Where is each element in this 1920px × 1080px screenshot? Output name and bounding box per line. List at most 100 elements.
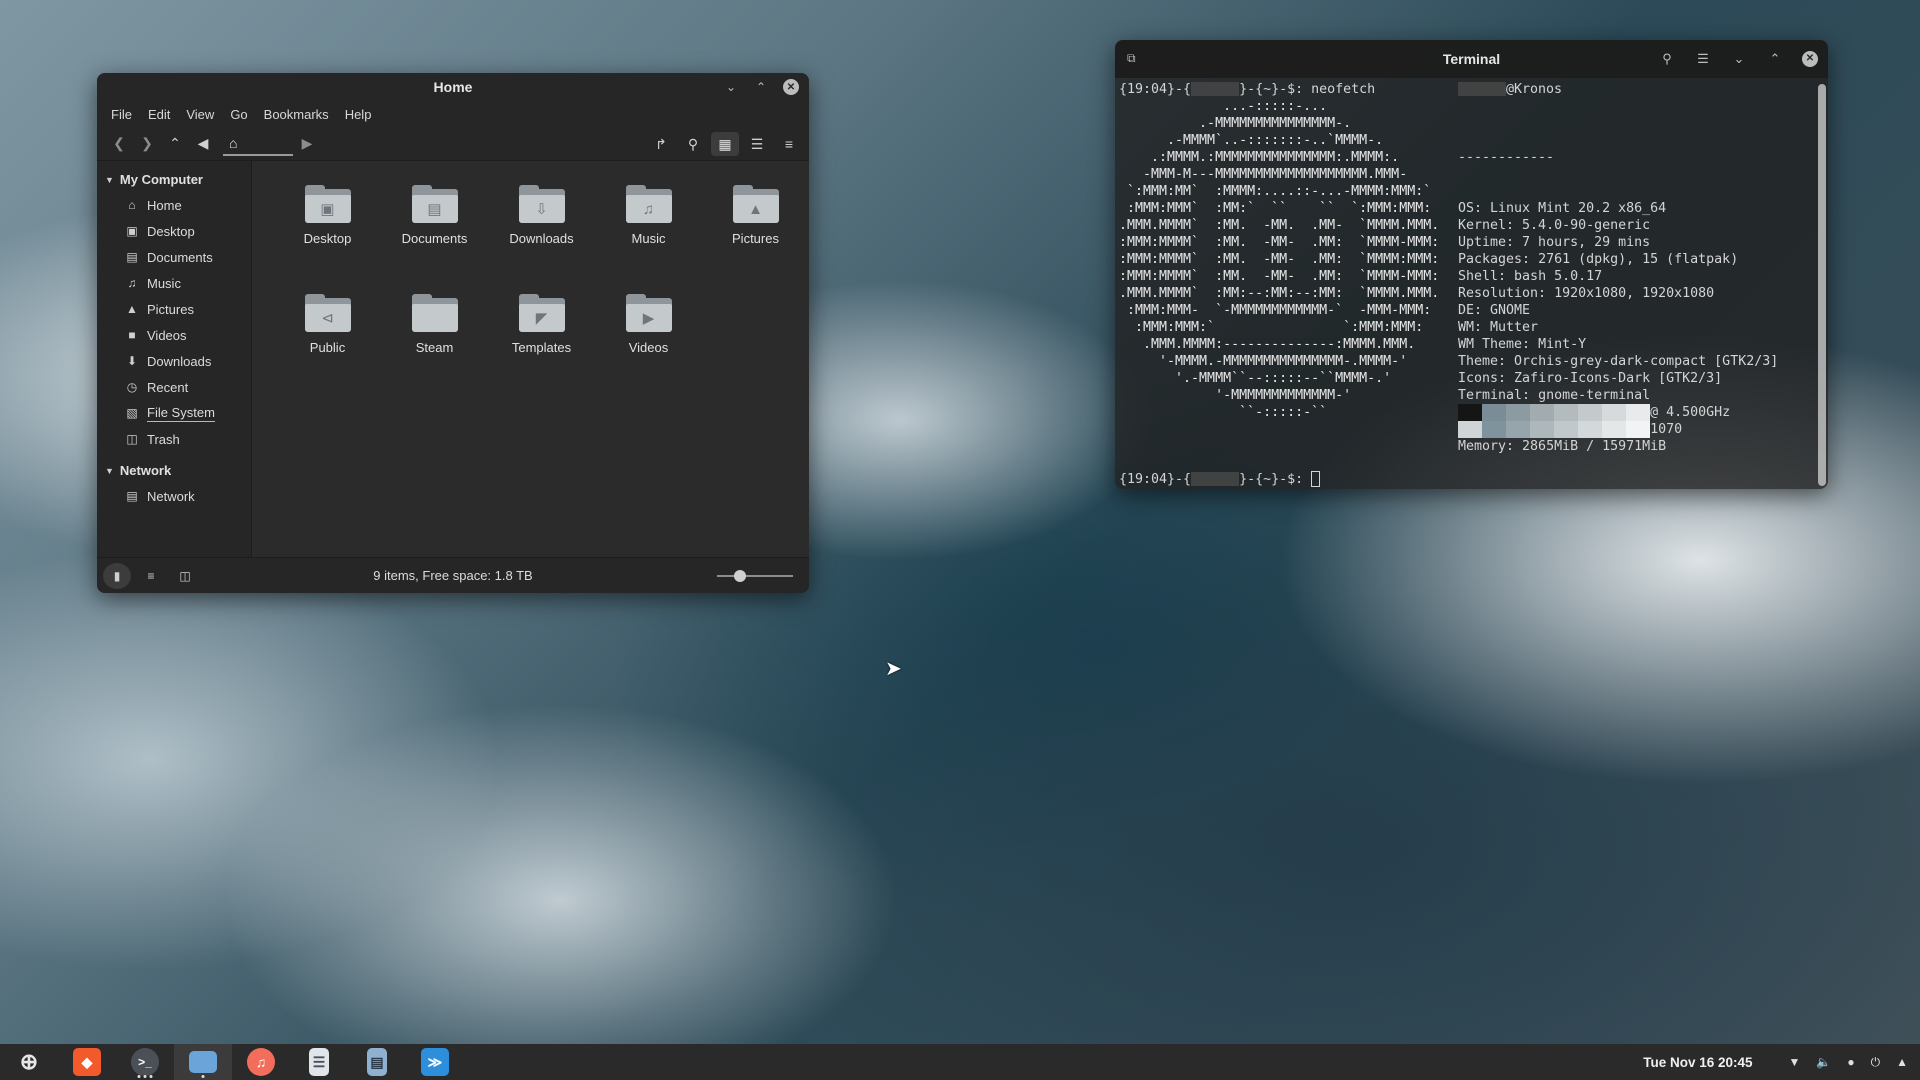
status-text: 9 items, Free space: 1.8 TB (373, 568, 533, 583)
info-key: Kernel: (1458, 218, 1523, 233)
zoom-slider[interactable] (717, 570, 793, 582)
sidebar-item-file-system[interactable]: ▧ File System (97, 400, 251, 426)
desktop-folder-icon: ▣ (304, 185, 351, 223)
menu-edit[interactable]: Edit (142, 105, 176, 124)
ascii-line: :MMM:MMM:` `:MMM:MMM: (1119, 320, 1424, 335)
show-treeview-button[interactable]: ≡ (137, 563, 165, 589)
maximize-button[interactable]: ⌃ (1766, 51, 1784, 67)
sidebar-item-recent[interactable]: ◷ Recent (97, 374, 251, 400)
breadcrumb-left-icon[interactable]: ◀ (189, 132, 217, 156)
taskbar-app-music[interactable]: ♫ (232, 1044, 290, 1080)
list-view-button[interactable]: ☰ (743, 132, 771, 156)
ascii-line: .-MMMM`..-:::::::-..`MMMM-. (1119, 133, 1384, 148)
breadcrumb-home[interactable]: ⌂ (223, 132, 293, 156)
info-value: 2865MiB / 15971MiB (1522, 439, 1667, 454)
sidebar-item-trash[interactable]: ◫ Trash (97, 426, 251, 452)
info-value: Mutter (1490, 320, 1539, 335)
menu-view[interactable]: View (180, 105, 220, 124)
breadcrumb-right-icon[interactable]: ▶ (293, 132, 321, 156)
up-button[interactable]: ⌃ (161, 132, 189, 156)
taskbar-app-terminal[interactable]: >_ (116, 1044, 174, 1080)
sidebar-item-documents[interactable]: ▤ Documents (97, 244, 251, 270)
icon-view-button[interactable]: ▦ (711, 132, 739, 156)
terminal-window[interactable]: ⧉ Terminal ⚲ ☰ ⌄ ⌃ ✕ {19:04}-{}-{~}-$: n… (1115, 40, 1828, 489)
new-tab-icon[interactable]: ⧉ (1127, 51, 1143, 67)
sidebar-item-network[interactable]: ▤ Network (97, 483, 251, 509)
search-icon[interactable]: ⚲ (679, 132, 707, 156)
file-manager-window[interactable]: Home ⌄ ⌃ ✕ File Edit View Go Bookmarks H… (97, 73, 809, 593)
volume-icon[interactable]: 🔈 (1816, 1055, 1831, 1069)
ascii-line: '-MMMMMMMMMMMMM-' (1119, 388, 1352, 403)
network-icon: ▤ (126, 489, 138, 503)
drive-icon: ▧ (126, 406, 138, 420)
sidebar-item-home[interactable]: ⌂ Home (97, 192, 251, 218)
taskbar-app-text-editor[interactable]: ☰ (290, 1044, 348, 1080)
hamburger-menu-icon[interactable]: ☰ (1694, 51, 1712, 67)
sidebar-item-desktop[interactable]: ▣ Desktop (97, 218, 251, 244)
search-icon[interactable]: ⚲ (1658, 51, 1676, 67)
taskbar-menu-button[interactable]: ⊕ (0, 1044, 58, 1080)
redacted-username (1191, 472, 1240, 486)
location-toggle-icon[interactable]: ↱ (647, 132, 675, 156)
maximize-button[interactable]: ⌃ (753, 79, 769, 95)
zoom-slider-handle[interactable] (733, 570, 746, 582)
taskbar-app-vscode[interactable]: ≫ (406, 1044, 464, 1080)
info-key: WM Theme: (1458, 337, 1539, 352)
music-folder-icon: ♫ (625, 185, 672, 223)
back-button[interactable]: ❮ (105, 132, 133, 156)
terminal-current-prompt[interactable]: {19:04}-{}-{~}-$: (1119, 471, 1321, 488)
folder-templates[interactable]: ◤ Templates (488, 290, 595, 399)
compact-view-button[interactable]: ≡ (775, 132, 803, 156)
folder-documents[interactable]: ▤ Documents (381, 181, 488, 290)
info-value: Linux Mint 20.2 x86_64 (1490, 201, 1667, 216)
vscode-icon: ≫ (421, 1048, 449, 1076)
menu-go[interactable]: Go (224, 105, 253, 124)
close-button[interactable]: ✕ (783, 79, 799, 95)
minimize-button[interactable]: ⌄ (723, 79, 739, 95)
menu-file[interactable]: File (105, 105, 138, 124)
menu-help[interactable]: Help (339, 105, 378, 124)
folder-music[interactable]: ♫ Music (595, 181, 702, 290)
folder-steam[interactable]: Steam (381, 290, 488, 399)
picture-icon: ▲ (126, 302, 138, 316)
mint-menu-icon: ⊕ (19, 1049, 39, 1074)
terminal-title: Terminal (1442, 51, 1501, 67)
tray-expand-icon[interactable]: ▲ (1896, 1055, 1908, 1069)
ascii-line: `:MMM:MM` :MMMM:....::-...-MMMM:MMM:` (1119, 184, 1432, 199)
info-key: OS: (1458, 201, 1491, 216)
taskbar-app-files[interactable] (174, 1044, 232, 1080)
sidebar-item-downloads[interactable]: ⬇ Downloads (97, 348, 251, 374)
palette-swatch (1554, 404, 1578, 421)
palette-swatch (1602, 421, 1626, 438)
folder-public[interactable]: ⊲ Public (274, 290, 381, 399)
forward-button[interactable]: ❯ (133, 132, 161, 156)
sidebar-item-music[interactable]: ♫ Music (97, 270, 251, 296)
clock[interactable]: Tue Nov 16 20:45 (1643, 1055, 1752, 1070)
sidebar-section-my-computer[interactable]: ▼ My Computer (97, 167, 251, 192)
sidebar-item-videos[interactable]: ■ Videos (97, 322, 251, 348)
terminal-scrollbar[interactable] (1818, 84, 1826, 486)
clock-icon: ◷ (126, 380, 138, 394)
folder-downloads[interactable]: ⇩ Downloads (488, 181, 595, 290)
terminal-titlebar[interactable]: ⧉ Terminal ⚲ ☰ ⌄ ⌃ ✕ (1115, 40, 1828, 78)
menu-bookmarks[interactable]: Bookmarks (258, 105, 335, 124)
power-icon[interactable]: ⏻ (1871, 1055, 1881, 1070)
network-wifi-icon[interactable]: ▼ (1789, 1055, 1801, 1069)
terminal-icon: >_ (131, 1048, 159, 1076)
close-button[interactable]: ✕ (1802, 51, 1818, 67)
show-places-button[interactable]: ▮ (103, 562, 131, 589)
info-key: Uptime: (1458, 235, 1523, 250)
window-title: Home (433, 79, 473, 95)
folder-desktop[interactable]: ▣ Desktop (274, 181, 381, 290)
folder-pictures[interactable]: ▲ Pictures (702, 181, 809, 290)
taskbar-app-archive[interactable]: ▤ (348, 1044, 406, 1080)
file-manager-titlebar[interactable]: Home ⌄ ⌃ ✕ (97, 73, 809, 101)
folder-videos[interactable]: ▶ Videos (595, 290, 702, 399)
info-line: Uptime: 7 hours, 29 mins (1458, 234, 1778, 251)
sidebar-section-network[interactable]: ▼ Network (97, 458, 251, 483)
minimize-button[interactable]: ⌄ (1730, 51, 1748, 67)
hide-sidebar-button[interactable]: ◫ (171, 563, 199, 589)
sidebar-item-pictures[interactable]: ▲ Pictures (97, 296, 251, 322)
microphone-icon[interactable]: ● (1847, 1055, 1854, 1069)
taskbar-app-brave[interactable]: ◆ (58, 1044, 116, 1080)
